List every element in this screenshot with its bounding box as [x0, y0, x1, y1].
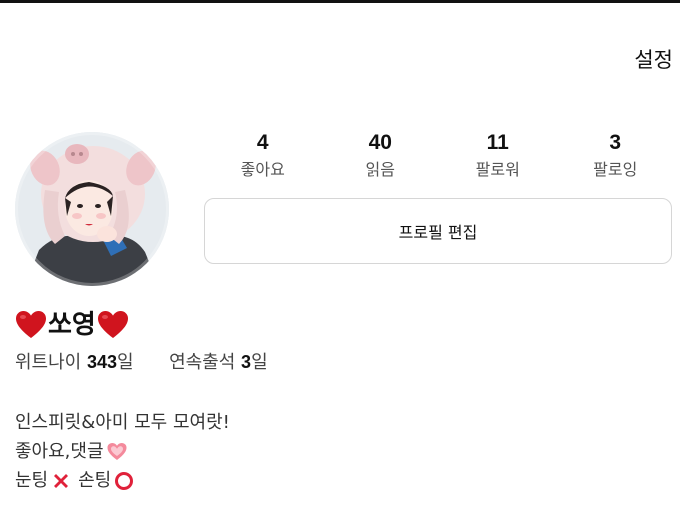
heart-pink-icon — [107, 442, 127, 460]
age-unit: 일 — [117, 352, 134, 373]
bio-line-2-text: 좋아요,댓글 — [15, 441, 104, 462]
profile-stats: 4 좋아요 40 읽음 11 팔로워 3 팔로잉 — [204, 130, 674, 188]
bio-line-3-text: 눈팅 — [15, 470, 49, 491]
stat-reads[interactable]: 40 읽음 — [322, 130, 440, 188]
stat-following[interactable]: 3 팔로잉 — [557, 130, 675, 188]
streak-unit: 일 — [251, 352, 268, 373]
settings-button[interactable]: 설정 — [634, 44, 673, 74]
stat-reads-label: 읽음 — [365, 160, 395, 179]
stat-following-label: 팔로잉 — [593, 160, 638, 179]
bio-line-3: 눈팅 손팅 — [15, 466, 230, 495]
top-border — [0, 0, 680, 3]
profile-meta: 위트나이 343일 연속출석 3일 — [15, 348, 268, 377]
profile-name: 쏘영 — [48, 310, 96, 340]
circle-mark-icon — [115, 471, 134, 490]
edit-profile-button[interactable]: 프로필 편집 — [204, 198, 672, 264]
streak-label: 연속출석 — [169, 352, 236, 373]
stat-likes-label: 좋아요 — [240, 160, 285, 179]
stat-likes-count: 4 — [256, 131, 269, 154]
stat-followers-count: 11 — [486, 131, 509, 154]
stat-followers[interactable]: 11 팔로워 — [439, 130, 557, 188]
profile-avatar[interactable] — [15, 132, 169, 286]
bio-line-1: 인스피릿&아미 모두 모여랏! — [15, 412, 230, 433]
age-label: 위트나이 — [15, 352, 82, 373]
streak-value: 3 — [241, 352, 252, 372]
stat-followers-label: 팔로워 — [475, 160, 520, 179]
profile-name-row: 쏘영 — [15, 306, 129, 344]
bio-line-2: 좋아요,댓글 — [15, 437, 230, 466]
stat-reads-count: 40 — [368, 131, 392, 154]
red-heart-icon — [97, 311, 128, 338]
cross-mark-icon — [54, 473, 69, 488]
age-value: 343 — [86, 352, 118, 372]
stat-likes[interactable]: 4 좋아요 — [204, 130, 322, 188]
avatar-image — [15, 132, 169, 286]
profile-bio: 인스피릿&아미 모두 모여랏! 좋아요,댓글 눈팅 손팅 — [15, 408, 230, 495]
bio-line-3b-text: 손팅 — [78, 470, 112, 491]
red-heart-icon — [16, 311, 46, 338]
stat-following-count: 3 — [609, 131, 622, 154]
